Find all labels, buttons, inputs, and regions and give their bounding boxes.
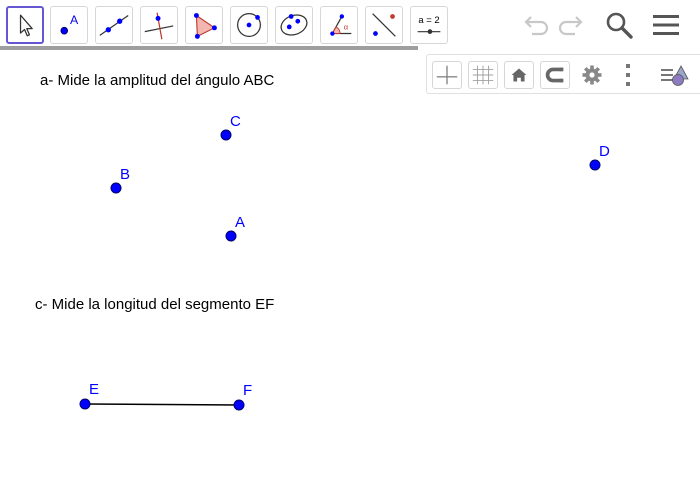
point-label-c[interactable]: C bbox=[230, 113, 241, 130]
point-a[interactable] bbox=[225, 230, 237, 242]
point-c[interactable] bbox=[220, 129, 232, 141]
point-e[interactable] bbox=[79, 398, 91, 410]
point-d[interactable] bbox=[589, 159, 601, 171]
point-f[interactable] bbox=[233, 399, 245, 411]
point-label-f[interactable]: F bbox=[243, 382, 252, 399]
point-label-b[interactable]: B bbox=[120, 166, 130, 183]
points-layer: C B A D E F bbox=[79, 113, 610, 411]
point-label-e[interactable]: E bbox=[89, 381, 99, 398]
point-label-d[interactable]: D bbox=[599, 143, 610, 160]
point-label-a[interactable]: A bbox=[235, 214, 245, 231]
point-b[interactable] bbox=[110, 182, 122, 194]
task-c-text: c- Mide la longitud del segmento EF bbox=[35, 296, 275, 313]
task-a-text: a- Mide la amplitud del ángulo ABC bbox=[40, 72, 275, 89]
segment-ef[interactable] bbox=[84, 403, 240, 406]
